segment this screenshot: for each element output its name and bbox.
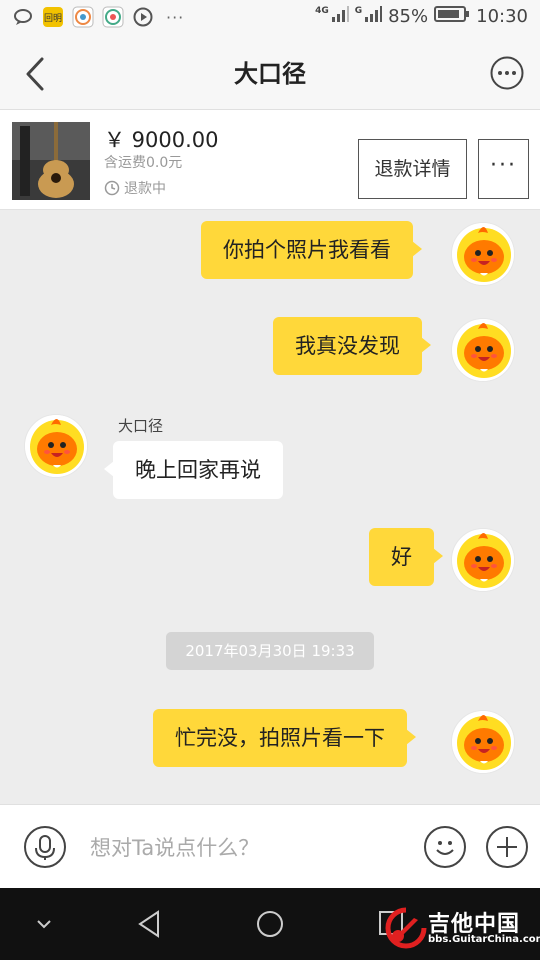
clock: 10:30 [476, 6, 528, 27]
hide-keyboard-icon[interactable] [26, 908, 62, 940]
nav-back-icon[interactable] [132, 908, 168, 940]
my-avatar[interactable] [451, 222, 515, 286]
guitar-logo-icon [385, 907, 427, 949]
mascot-avatar-icon [452, 711, 515, 774]
microphone-icon [35, 835, 55, 860]
my-avatar[interactable] [451, 318, 515, 382]
mascot-avatar-icon [452, 319, 515, 382]
browser-icon [72, 6, 94, 28]
page-title: 大口径 [234, 60, 306, 88]
emoji-icon [436, 841, 454, 855]
message-bubble-me[interactable]: 我真没发现 [273, 317, 431, 375]
guitar-image [12, 122, 90, 200]
product-card[interactable]: ￥ 9000.00 含运费0.0元 退款中 退款详情 ··· [0, 110, 540, 210]
message-input-bar: 想对Ta说点什么？ [0, 804, 540, 888]
app-icon: 回明 [42, 6, 64, 28]
my-avatar[interactable] [451, 528, 515, 592]
nav-home-icon[interactable] [252, 908, 288, 940]
product-thumbnail[interactable] [12, 122, 90, 200]
plus-icon [497, 837, 517, 857]
signal-icon [331, 5, 349, 28]
clock-icon [104, 180, 120, 196]
message-bubble-me[interactable]: 忙完没，拍照片看一下 [153, 709, 416, 767]
system-indicators: 4G G 85% 10:30 [315, 5, 528, 28]
chat-header: 大口径 [0, 38, 540, 110]
sender-name: 大口径 [118, 417, 164, 435]
voice-button[interactable] [24, 826, 66, 868]
message-bubble-other[interactable]: 晚上回家再说 [104, 441, 283, 499]
shipping-fee: 含运费0.0元 [104, 155, 183, 171]
my-avatar[interactable] [451, 710, 515, 774]
more-circle-icon [490, 56, 524, 90]
mascot-avatar-icon [25, 415, 88, 478]
network-type-2: G [354, 5, 363, 16]
refund-status: 退款中 [104, 178, 166, 198]
watermark-url: bbs.GuitarChina.com [428, 934, 540, 945]
message-input[interactable]: 想对Ta说点什么？ [90, 832, 259, 862]
more-notifications-icon: ··· [166, 7, 185, 27]
network-type: 4G [315, 5, 329, 16]
message-timestamp: 2017年03月30日 19:33 [166, 632, 374, 670]
status-bar: 回明 ··· 4G G 85% 10:30 [0, 0, 540, 38]
svg-text:回明: 回明 [44, 13, 62, 24]
message-bubble-me[interactable]: 你拍个照片我看看 [201, 221, 422, 279]
mascot-avatar-icon [452, 529, 515, 592]
more-options-button[interactable] [490, 56, 524, 90]
add-attachment-button[interactable] [486, 826, 528, 868]
emoji-button[interactable] [424, 826, 466, 868]
product-more-button[interactable]: ··· [478, 139, 529, 199]
signal-icon-2 [364, 5, 383, 28]
chat-bubble-icon [12, 6, 34, 28]
refund-status-label: 退款中 [124, 181, 166, 197]
play-icon [132, 6, 154, 28]
site-watermark: 吉他中国 bbs.GuitarChina.com [384, 904, 540, 950]
battery-icon [434, 5, 470, 28]
browser-icon-2 [102, 6, 124, 28]
mascot-avatar-icon [452, 223, 515, 286]
battery-percent: 85% [388, 6, 429, 27]
refund-details-button[interactable]: 退款详情 [358, 139, 467, 199]
product-price: ￥ 9000.00 [104, 128, 219, 152]
notification-icons: 回明 ··· [12, 6, 184, 28]
other-avatar[interactable] [24, 414, 88, 478]
message-bubble-me[interactable]: 好 [369, 528, 443, 586]
